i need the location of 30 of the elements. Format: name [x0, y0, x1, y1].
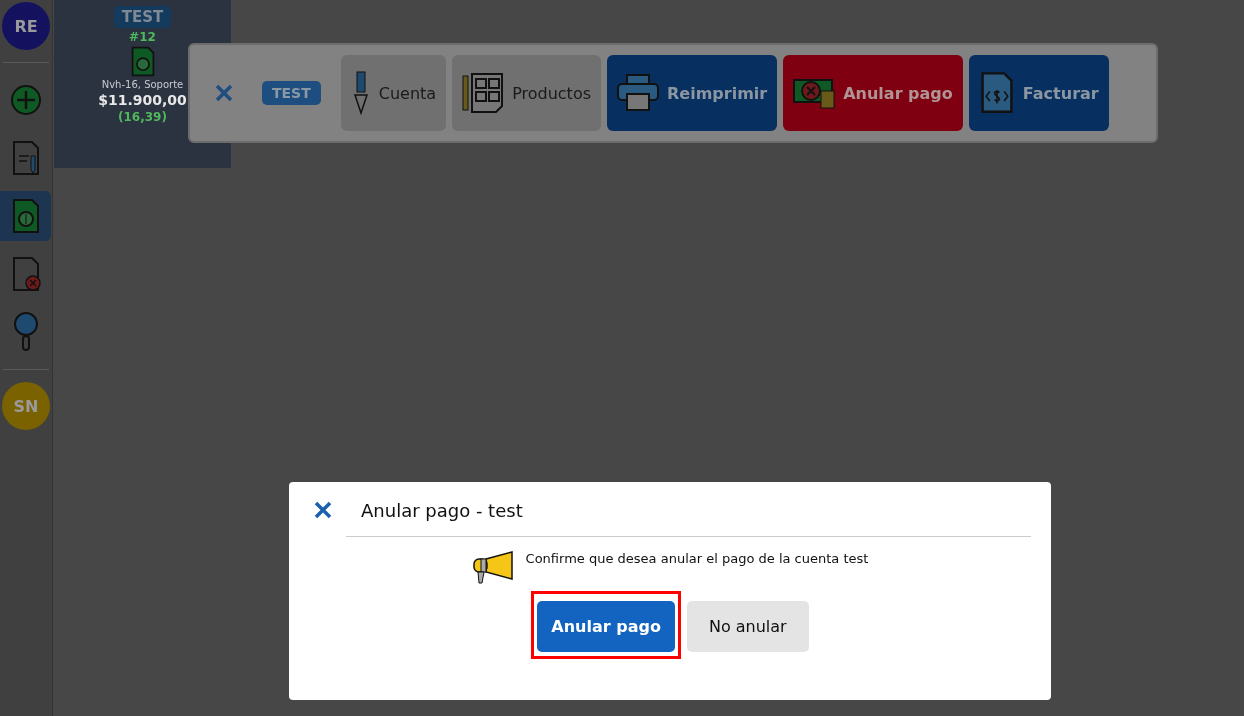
account-tag: TEST [262, 81, 321, 105]
toolbar-button[interactable]: Facturar [968, 55, 1109, 131]
toolbar-button[interactable]: Reimprimir [607, 55, 778, 131]
dialog-message: Confirme que desea anular el pago de la cuenta test [525, 551, 869, 566]
account-number: #12 [129, 30, 156, 44]
confirm-button[interactable]: Anular pago [537, 601, 675, 652]
account-detail: Nvh-16, Soporte [101, 79, 184, 91]
toolbar-button[interactable]: Anular pago [783, 55, 963, 131]
magnifier-icon [12, 312, 39, 352]
account-amount: $11.900,00 [98, 92, 187, 109]
dialog-title: Anular pago - test [361, 499, 523, 521]
code-document-icon [978, 71, 1015, 115]
close-icon [313, 500, 333, 520]
sidebar-item[interactable] [0, 191, 51, 241]
document-cancel-icon [10, 256, 41, 292]
plus-circle-icon [9, 84, 42, 116]
toolbar-button[interactable]: Productos [452, 55, 601, 131]
toolbar-button[interactable]: Cuenta [340, 55, 447, 131]
catalog-pencil-icon [462, 72, 505, 114]
cash-cancel-icon [793, 77, 836, 109]
account-code: (16,39) [118, 110, 167, 125]
close-icon [214, 83, 234, 103]
printer-icon [617, 74, 659, 112]
money-document-icon [10, 198, 41, 234]
cancel-button[interactable]: No anular [686, 601, 809, 652]
megaphone-icon [471, 551, 514, 585]
document-pen-icon [10, 140, 41, 176]
user-avatar[interactable]: RE [2, 2, 50, 50]
account-tag: TEST [113, 6, 172, 28]
money-document-icon [129, 46, 156, 78]
